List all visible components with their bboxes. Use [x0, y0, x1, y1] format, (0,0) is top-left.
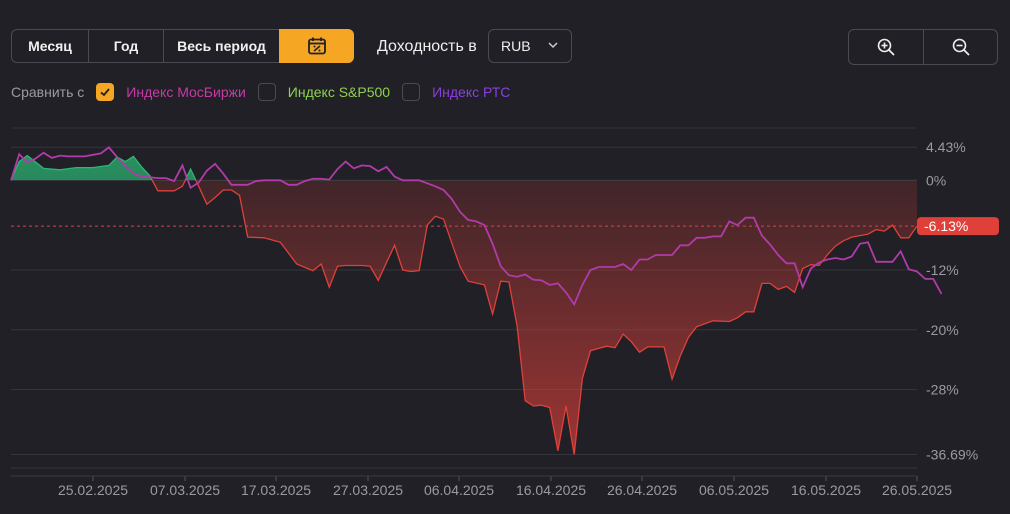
x-tick-label: 25.02.2025 — [58, 482, 128, 498]
y-tick-label: -20% — [926, 322, 959, 338]
y-tick-label: -28% — [926, 382, 959, 398]
x-tick-label: 16.04.2025 — [516, 482, 586, 498]
x-tick-label: 06.05.2025 — [699, 482, 769, 498]
x-tick-label: 17.03.2025 — [241, 482, 311, 498]
x-tick-label: 26.05.2025 — [882, 482, 952, 498]
y-tick-label: 4.43% — [926, 139, 966, 155]
current-value-label: -6.13% — [924, 218, 968, 234]
current-value-badge: -6.13% — [917, 217, 999, 236]
portfolio-negative-area — [152, 180, 917, 455]
yield-chart[interactable]: 4.43% 0% -12% -20% -28% -36.69% 25.02.2025 07.… — [0, 0, 1010, 514]
y-tick-label: 0% — [926, 172, 946, 188]
x-tick-label: 06.04.2025 — [424, 482, 494, 498]
x-tick-label: 27.03.2025 — [333, 482, 403, 498]
x-tick-label: 16.05.2025 — [791, 482, 861, 498]
x-tick-label: 26.04.2025 — [607, 482, 677, 498]
y-tick-label: -36.69% — [926, 446, 978, 462]
x-tick-label: 07.03.2025 — [150, 482, 220, 498]
y-tick-label: -12% — [926, 262, 959, 278]
